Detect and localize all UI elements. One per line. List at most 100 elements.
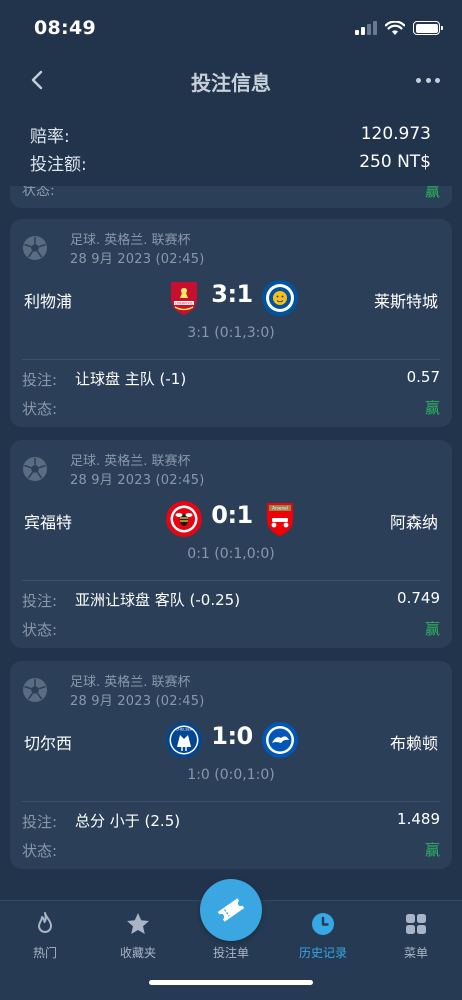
bet-row: 投注: 亚洲让球盘 客队 (-0.25) 0.749: [22, 588, 440, 612]
status-label: 状态:: [22, 621, 58, 639]
divider: [22, 580, 440, 581]
score-detail: 0:1 (0:1,0:0): [187, 546, 275, 562]
result-badge: 赢: [424, 620, 440, 638]
match-date: 28 9月 2023 (02:45): [70, 252, 205, 267]
league-name: 足球. 英格兰. 联赛杯: [70, 454, 191, 469]
away-team: 阿森纳: [389, 513, 438, 532]
betslip-button[interactable]: [200, 879, 262, 941]
battery-icon: [413, 21, 443, 35]
crest-text: LIVERPOOL: [175, 301, 193, 305]
match-date: 28 9月 2023 (02:45): [70, 694, 205, 709]
divider: [22, 359, 440, 360]
status-icons: [355, 20, 443, 36]
header: 投注信息: [0, 56, 462, 106]
stake-label: 投注额:: [30, 154, 87, 175]
bet-odds: 1.489: [397, 810, 440, 828]
bet-label: 投注:: [22, 813, 58, 831]
dot-icon: [435, 77, 440, 83]
home-indicator[interactable]: [149, 980, 313, 985]
crest-text: Arsenal: [272, 506, 288, 511]
tab-label: 收藏夹: [119, 946, 156, 960]
bet-type: 让球盘 主队 (-1): [75, 370, 187, 388]
match-score: 1:0: [211, 722, 253, 750]
home-team: 利物浦: [24, 292, 73, 311]
brighton-crest-icon: [262, 722, 298, 758]
tab-label: 投注单: [212, 946, 249, 960]
status-time: 08:49: [34, 17, 96, 39]
bet-row: 投注: 总分 小于 (2.5) 1.489: [22, 809, 440, 833]
bet-label: 投注:: [22, 592, 58, 610]
status-row: 状态: 赢: [22, 617, 440, 641]
bet-summary: 赔率: 120.973 投注额: 250 NT$: [30, 120, 431, 176]
tab-history[interactable]: 历史记录: [283, 911, 363, 963]
status-row: 状态: 赢: [22, 396, 440, 420]
card-header: 足球. 英格兰. 联赛杯 28 9月 2023 (02:45): [22, 450, 442, 490]
odds-value: 120.973: [360, 124, 431, 144]
odds-row: 赔率: 120.973: [30, 120, 431, 148]
bet-card-partial: 状态: 赢: [10, 186, 452, 208]
dot-icon: [425, 77, 431, 83]
brentford-crest-icon: [166, 501, 202, 537]
soccer-ball-icon: [23, 236, 47, 260]
score-detail: 3:1 (0:1,3:0): [187, 325, 275, 341]
card-header: 足球. 英格兰. 联赛杯 28 9月 2023 (02:45): [22, 229, 442, 269]
bet-type: 总分 小于 (2.5): [75, 812, 181, 830]
star-icon: [127, 913, 149, 934]
tab-label: 热门: [32, 946, 57, 960]
ticket-icon: [217, 898, 245, 922]
bottom-tab-bar: 热门 收藏夹 投注单 历史记录 菜单: [0, 879, 462, 1000]
leicester-crest-icon: [262, 280, 298, 316]
match-score: 3:1: [211, 280, 253, 308]
status-label: 状态:: [22, 186, 55, 199]
tab-favorites[interactable]: 收藏夹: [98, 911, 178, 963]
bet-type: 亚洲让球盘 客队 (-0.25): [75, 591, 241, 609]
tab-hot[interactable]: 热门: [5, 911, 85, 963]
arsenal-crest-icon: Arsenal: [267, 503, 293, 536]
score-detail: 1:0 (0:0,1:0): [187, 767, 275, 783]
chelsea-crest-icon: CHELSEA: [166, 722, 202, 758]
teams-row: 宾福特 0:1 Arsenal 阿森纳: [10, 496, 452, 542]
odds-label: 赔率:: [30, 126, 70, 147]
tab-label: 历史记录: [298, 946, 347, 960]
league-name: 足球. 英格兰. 联赛杯: [70, 675, 191, 690]
result-badge: 赢: [424, 399, 440, 417]
bet-odds: 0.749: [397, 589, 440, 607]
stake-value: 250 NT$: [359, 152, 431, 172]
liverpool-crest-icon: LIVERPOOL: [171, 282, 197, 315]
bet-label: 投注:: [22, 371, 58, 389]
cellular-signal-icon: [355, 21, 377, 35]
flame-icon: [38, 912, 52, 933]
soccer-ball-icon: [23, 457, 47, 481]
match-score: 0:1: [211, 501, 253, 529]
back-button[interactable]: [26, 68, 50, 92]
card-header: 足球. 英格兰. 联赛杯 28 9月 2023 (02:45): [22, 671, 442, 711]
more-options-button[interactable]: [416, 70, 440, 90]
bet-card[interactable]: 足球. 英格兰. 联赛杯 28 9月 2023 (02:45) 利物浦 LIVE…: [10, 219, 452, 427]
bet-row: 投注: 让球盘 主队 (-1) 0.57: [22, 367, 440, 391]
home-team: 宾福特: [24, 513, 73, 532]
league-name: 足球. 英格兰. 联赛杯: [70, 233, 191, 248]
match-date: 28 9月 2023 (02:45): [70, 473, 205, 488]
crest-text: CHELSEA: [176, 727, 193, 731]
home-team: 切尔西: [24, 734, 73, 753]
tab-label: 菜单: [403, 946, 428, 960]
bet-card[interactable]: 足球. 英格兰. 联赛杯 28 9月 2023 (02:45) 切尔西 CHEL…: [10, 661, 452, 869]
clock-icon: [312, 913, 334, 935]
status-label: 状态:: [22, 400, 58, 418]
status-label: 状态:: [22, 842, 58, 860]
bet-list[interactable]: 状态: 赢 足球. 英格兰. 联赛杯 28 9月 2023 (02:45) 利物…: [0, 186, 462, 900]
soccer-ball-icon: [23, 678, 47, 702]
away-team: 布赖顿: [389, 734, 438, 753]
result-badge: 赢: [424, 841, 440, 859]
page-title: 投注信息: [191, 70, 271, 95]
wifi-icon: [385, 20, 405, 35]
teams-row: 切尔西 CHELSEA 1:0 布赖顿: [10, 717, 452, 763]
bet-odds: 0.57: [406, 368, 440, 386]
status-bar: 08:49: [0, 0, 462, 56]
divider: [22, 801, 440, 802]
result-badge: 赢: [424, 186, 440, 200]
teams-row: 利物浦 LIVERPOOL 3:1 莱斯特城: [10, 275, 452, 321]
tab-menu[interactable]: 菜单: [376, 911, 456, 963]
stake-row: 投注额: 250 NT$: [30, 148, 431, 176]
bet-card[interactable]: 足球. 英格兰. 联赛杯 28 9月 2023 (02:45) 宾福特 0:1 …: [10, 440, 452, 648]
